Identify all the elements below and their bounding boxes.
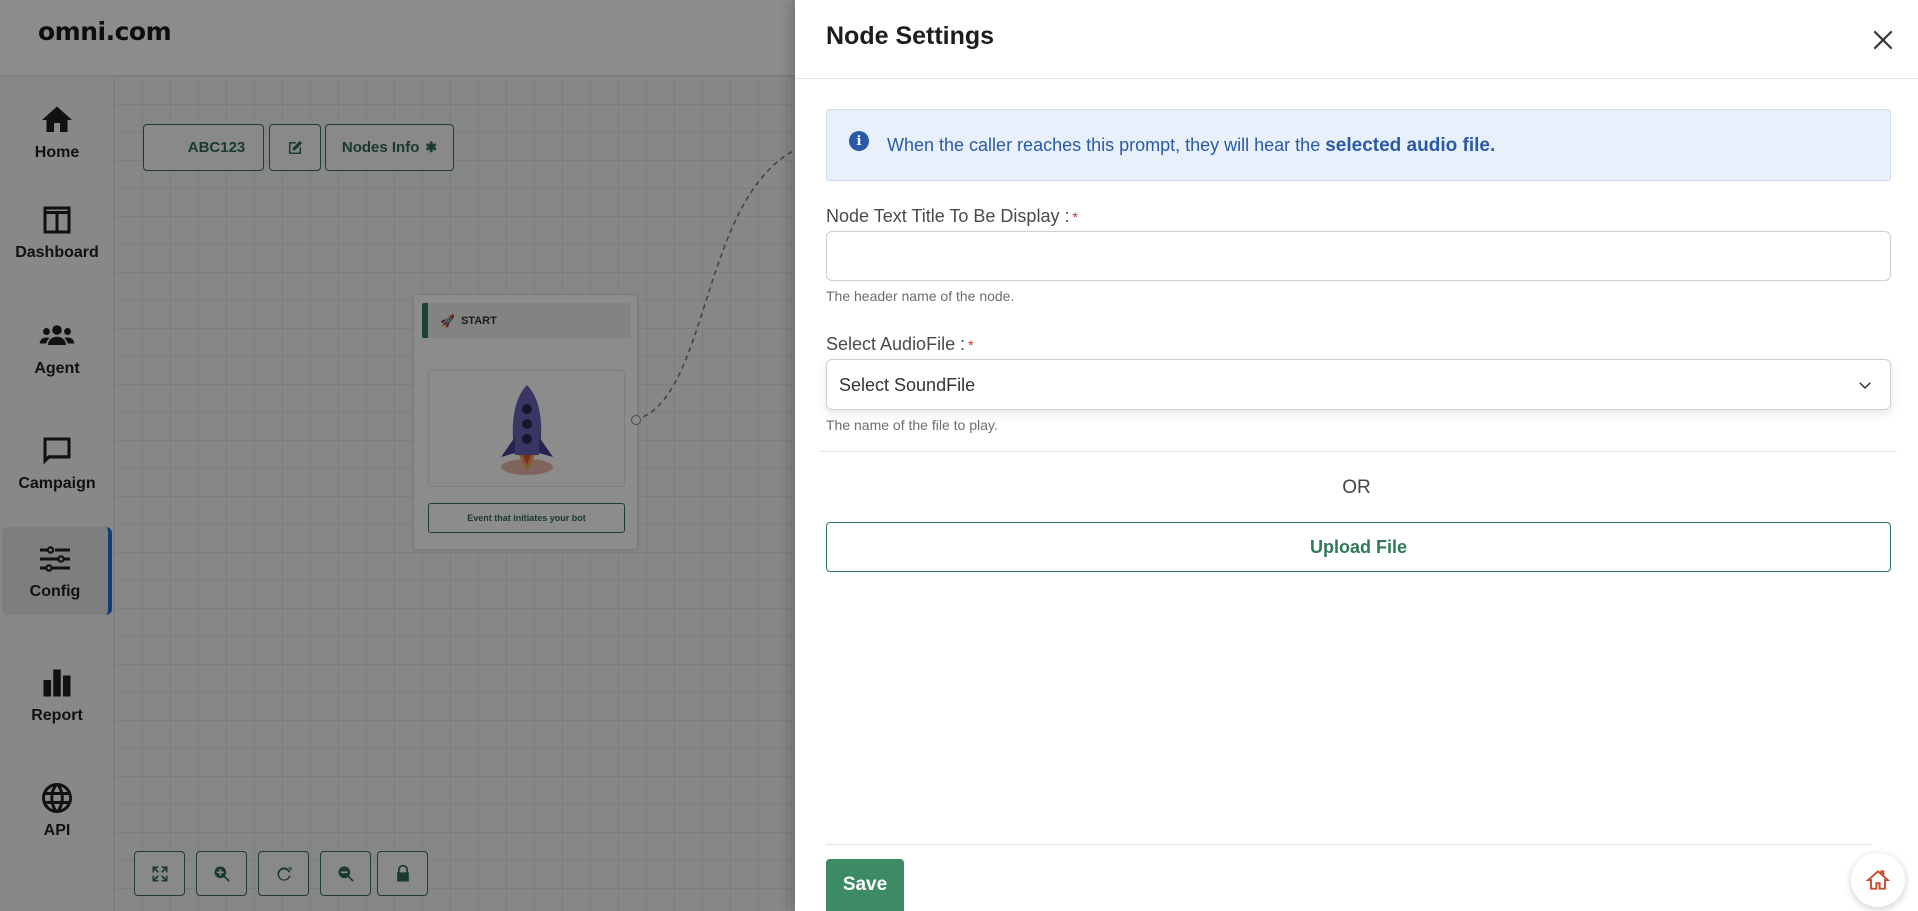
home-icon xyxy=(1865,870,1891,890)
info-message-emphasis: selected audio file. xyxy=(1325,135,1496,156)
node-title-help: The header name of the node. xyxy=(826,288,1015,304)
audio-file-select[interactable]: Select SoundFile xyxy=(826,359,1891,410)
node-title-label: Node Text Title To Be Display : * xyxy=(826,206,1078,227)
audio-file-label-text: Select AudioFile : xyxy=(826,334,966,354)
info-icon: i xyxy=(849,131,869,151)
chevron-down-icon xyxy=(1859,382,1871,390)
upload-file-button[interactable]: Upload File xyxy=(826,522,1891,572)
drawer-title: Node Settings xyxy=(826,22,995,50)
close-button[interactable] xyxy=(1863,20,1903,60)
required-mark: * xyxy=(1072,209,1078,225)
home-floating-button[interactable] xyxy=(1851,853,1905,907)
node-title-label-text: Node Text Title To Be Display : xyxy=(826,206,1070,226)
info-alert: i When the caller reaches this prompt, t… xyxy=(826,109,1891,181)
audio-file-selected-value: Select SoundFile xyxy=(839,375,976,395)
close-icon xyxy=(1873,30,1893,50)
node-title-input[interactable] xyxy=(826,231,1891,281)
required-mark: * xyxy=(968,337,974,353)
save-button[interactable]: Save xyxy=(826,859,904,911)
drawer-header: Node Settings xyxy=(795,0,1918,79)
or-separator: OR xyxy=(1342,477,1371,498)
footer-divider xyxy=(826,844,1871,845)
node-settings-drawer: Node Settings i When the caller reaches … xyxy=(795,0,1918,911)
section-divider xyxy=(820,451,1897,452)
audio-file-help: The name of the file to play. xyxy=(826,417,998,433)
audio-file-label: Select AudioFile : * xyxy=(826,334,974,355)
info-message-text: When the caller reaches this prompt, the… xyxy=(887,135,1326,155)
info-message: When the caller reaches this prompt, the… xyxy=(887,135,1495,157)
